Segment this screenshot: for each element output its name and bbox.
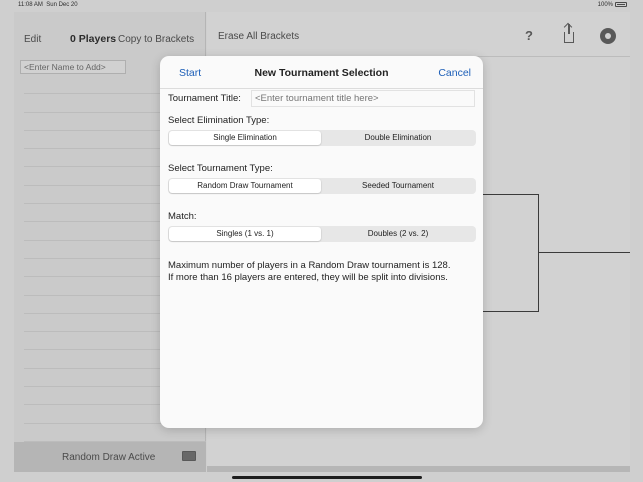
info-line-1: Maximum number of players in a Random Dr… <box>168 260 451 271</box>
elimination-type-selector: Single Elimination Double Elimination <box>168 130 476 146</box>
match-label: Match: <box>168 211 197 222</box>
new-tournament-dialog: New Tournament Selection Start Cancel To… <box>160 56 483 428</box>
match-type-selector: Singles (1 vs. 1) Doubles (2 vs. 2) <box>168 226 476 242</box>
info-text: Maximum number of players in a Random Dr… <box>168 260 476 283</box>
seeded-option[interactable]: Seeded Tournament <box>322 179 474 193</box>
single-elimination-option[interactable]: Single Elimination <box>169 131 321 145</box>
elimination-type-label: Select Elimination Type: <box>168 115 270 126</box>
dialog-header: New Tournament Selection Start Cancel <box>160 56 483 89</box>
dialog-title: New Tournament Selection <box>254 67 389 79</box>
double-elimination-option[interactable]: Double Elimination <box>322 131 474 145</box>
start-button[interactable]: Start <box>179 67 201 79</box>
doubles-option[interactable]: Doubles (2 vs. 2) <box>322 227 474 241</box>
info-line-2: If more than 16 players are entered, the… <box>168 271 448 283</box>
singles-option[interactable]: Singles (1 vs. 1) <box>169 227 321 241</box>
tournament-type-selector: Random Draw Tournament Seeded Tournament <box>168 178 476 194</box>
tournament-type-label: Select Tournament Type: <box>168 163 273 174</box>
tournament-title-label: Tournament Title: <box>168 93 241 104</box>
cancel-button[interactable]: Cancel <box>438 67 471 79</box>
tournament-title-input[interactable] <box>251 90 475 107</box>
random-draw-option[interactable]: Random Draw Tournament <box>169 179 321 193</box>
